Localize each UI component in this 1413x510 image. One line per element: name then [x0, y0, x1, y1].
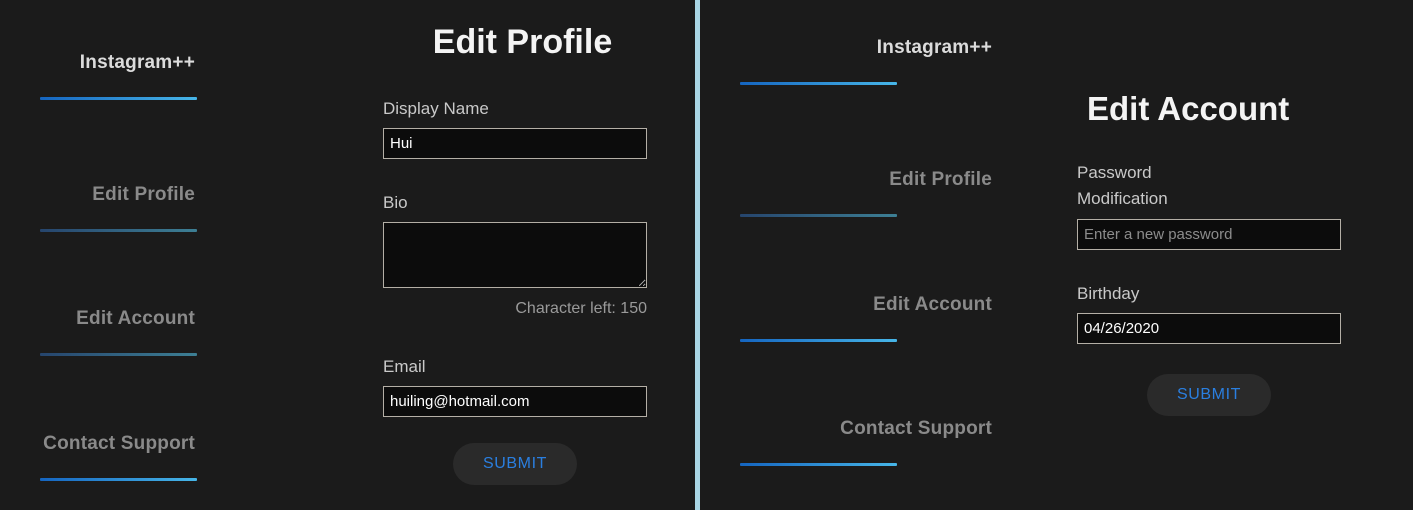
sidebar-brand-left[interactable]: Instagram++ — [0, 52, 350, 100]
birthday-field-group: Birthday — [1077, 281, 1341, 345]
password-label-line2: Modification — [1077, 189, 1168, 209]
sidebar-item-label: Edit Account — [76, 308, 195, 329]
sidebar-left: Instagram++ Edit Profile Edit Account Co… — [0, 0, 350, 510]
sidebar-right: Instagram++ Edit Profile Edit Account Co… — [700, 0, 1050, 510]
password-label-line1: Password — [1077, 163, 1152, 182]
sidebar-item-label: Contact Support — [43, 433, 195, 454]
sidebar-item-label: Contact Support — [840, 418, 992, 439]
sidebar-item-underline — [40, 352, 197, 356]
page-title: Edit Account — [1087, 90, 1290, 127]
sidebar-item-label: Edit Account — [873, 294, 992, 315]
email-field-group: Email — [383, 354, 647, 418]
sidebar-item-underline — [740, 462, 897, 466]
bio-label: Bio — [383, 193, 408, 212]
sidebar-item-contact-support[interactable]: Contact Support — [700, 418, 1050, 466]
sidebar-item-edit-account[interactable]: Edit Account — [700, 294, 1050, 342]
display-name-label: Display Name — [383, 99, 489, 118]
password-input[interactable] — [1077, 218, 1341, 250]
display-name-field-group: Display Name — [383, 96, 647, 160]
birthday-input[interactable] — [1077, 313, 1341, 345]
edit-account-panel: Instagram++ Edit Profile Edit Account Co… — [700, 0, 1413, 510]
brand-label: Instagram++ — [876, 37, 992, 58]
edit-profile-form: Edit Profile Display Name Bio Character … — [350, 0, 695, 510]
bio-character-counter: Character left: 150 — [515, 300, 647, 318]
submit-button[interactable]: SUBMIT — [1147, 374, 1271, 416]
sidebar-item-underline — [740, 338, 897, 342]
password-field-group: Password Modification — [1077, 160, 1341, 250]
sidebar-brand-right[interactable]: Instagram++ — [700, 37, 1050, 85]
sidebar-item-underline — [740, 213, 897, 217]
submit-button[interactable]: SUBMIT — [453, 443, 577, 485]
email-label: Email — [383, 357, 426, 376]
birthday-label: Birthday — [1077, 284, 1140, 303]
sidebar-item-underline — [40, 477, 197, 481]
sidebar-item-contact-support[interactable]: Contact Support — [0, 433, 350, 481]
brand-underline — [40, 96, 197, 100]
sidebar-item-label: Edit Profile — [92, 184, 195, 205]
page-title: Edit Profile — [432, 23, 613, 61]
bio-textarea[interactable] — [383, 222, 647, 289]
edit-account-form: Edit Account Password Modification Birth… — [1050, 0, 1413, 510]
bio-field-group: Bio Character left: 150 — [383, 190, 647, 318]
sidebar-item-underline — [40, 228, 197, 232]
edit-profile-panel: Instagram++ Edit Profile Edit Account Co… — [0, 0, 695, 510]
sidebar-item-edit-profile[interactable]: Edit Profile — [0, 184, 350, 232]
brand-label: Instagram++ — [79, 52, 195, 73]
brand-underline — [740, 81, 897, 85]
sidebar-item-edit-profile[interactable]: Edit Profile — [700, 169, 1050, 217]
email-input[interactable] — [383, 386, 647, 418]
sidebar-item-label: Edit Profile — [889, 169, 992, 190]
sidebar-item-edit-account[interactable]: Edit Account — [0, 308, 350, 356]
display-name-input[interactable] — [383, 128, 647, 160]
